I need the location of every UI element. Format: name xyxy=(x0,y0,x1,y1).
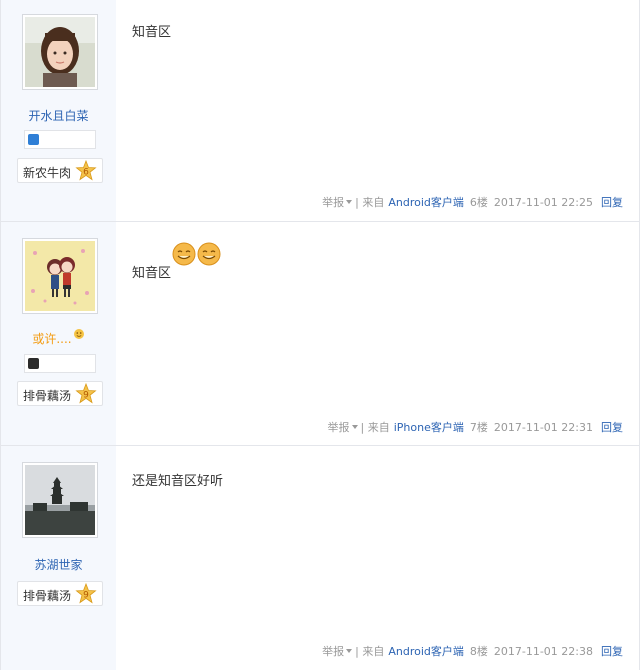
report-link[interactable]: 举报 xyxy=(322,194,344,210)
report-link[interactable]: 举报 xyxy=(328,419,350,435)
level-number: 9 xyxy=(83,391,89,401)
post-floor-6: 开水且白菜 新农牛肉 6 知音区 举报 | 来自 Android客户端 6楼 2… xyxy=(1,0,639,222)
source-prefix: | 来自 xyxy=(355,645,385,658)
report-link[interactable]: 举报 xyxy=(322,643,344,659)
smiley-emoji-icon xyxy=(197,242,221,266)
author-sidebar: 开水且白菜 新农牛肉 6 xyxy=(1,0,116,221)
avatar-image xyxy=(25,465,95,535)
post-footer: 举报 | 来自 iPhone客户端 7楼 2017-11-01 22:31 回复 xyxy=(328,419,623,435)
smiley-emoji-icon xyxy=(172,242,196,266)
post-time: 2017-11-01 22:25 xyxy=(493,195,593,209)
username-text: 或许.... xyxy=(32,332,72,346)
avatar[interactable] xyxy=(22,238,98,314)
post-floor-7: 或许.... 排骨藕汤 9 知音区 举报 | 来自 iPhone客户端 7楼 2… xyxy=(1,222,639,446)
avatar[interactable] xyxy=(22,462,98,538)
level-badge[interactable]: 新农牛肉 6 xyxy=(17,158,103,183)
reply-button[interactable]: 回复 xyxy=(601,419,623,435)
avatar-image xyxy=(25,17,95,87)
badge-slot[interactable] xyxy=(24,130,96,149)
source-prefix: | 来自 xyxy=(360,421,390,434)
level-badge[interactable]: 排骨藕汤 9 xyxy=(17,581,103,606)
post-content: 知音区 举报 | 来自 Android客户端 6楼 2017-11-01 22:… xyxy=(116,0,639,221)
post-text: 知音区 xyxy=(132,242,221,281)
post-floor-8: 苏湖世家 排骨藕汤 9 还是知音区好听 举报 | 来自 Android客户端 8… xyxy=(1,446,639,670)
level-star-icon: 9 xyxy=(75,583,97,604)
source-prefix: | 来自 xyxy=(355,196,385,209)
post-time: 2017-11-01 22:31 xyxy=(493,420,593,434)
post-body: 还是知音区好听 xyxy=(132,474,224,489)
emoji-face-icon xyxy=(73,329,84,339)
post-thread: 开水且白菜 新农牛肉 6 知音区 举报 | 来自 Android客户端 6楼 2… xyxy=(0,0,640,670)
author-sidebar: 苏湖世家 排骨藕汤 9 xyxy=(1,446,116,670)
level-number: 6 xyxy=(83,168,89,178)
floor-number: 8楼 xyxy=(469,645,488,658)
username-link[interactable]: 开水且白菜 xyxy=(1,107,116,124)
username-link[interactable]: 苏湖世家 xyxy=(1,556,116,573)
caret-down-icon[interactable] xyxy=(346,649,353,653)
level-number: 9 xyxy=(83,591,89,601)
level-badge[interactable]: 排骨藕汤 9 xyxy=(17,381,103,406)
badge-icon xyxy=(28,358,39,369)
client-link[interactable]: Android客户端 xyxy=(388,643,464,659)
badge-slot[interactable] xyxy=(24,354,96,373)
reply-button[interactable]: 回复 xyxy=(601,194,623,210)
author-sidebar: 或许.... 排骨藕汤 9 xyxy=(1,222,116,445)
level-star-icon: 9 xyxy=(75,383,97,404)
client-link[interactable]: iPhone客户端 xyxy=(394,419,464,435)
level-name: 排骨藕汤 xyxy=(23,589,72,603)
post-text: 还是知音区好听 xyxy=(132,470,223,489)
username-link[interactable]: 或许.... xyxy=(1,329,116,347)
caret-down-icon[interactable] xyxy=(351,425,358,429)
post-body: 知音区 xyxy=(132,25,172,40)
client-link[interactable]: Android客户端 xyxy=(388,194,464,210)
level-name: 新农牛肉 xyxy=(23,166,72,180)
post-content: 还是知音区好听 举报 | 来自 Android客户端 8楼 2017-11-01… xyxy=(116,446,639,670)
post-footer: 举报 | 来自 Android客户端 8楼 2017-11-01 22:38 回… xyxy=(322,643,623,659)
level-star-icon: 6 xyxy=(75,160,97,181)
level-name: 排骨藕汤 xyxy=(23,389,72,403)
post-content: 知音区 举报 | 来自 iPhone客户端 7楼 2017-11-01 22:3… xyxy=(116,222,639,445)
badge-icon xyxy=(28,134,39,145)
post-time: 2017-11-01 22:38 xyxy=(493,644,593,658)
reply-button[interactable]: 回复 xyxy=(601,643,623,659)
caret-down-icon[interactable] xyxy=(346,200,353,204)
floor-number: 7楼 xyxy=(469,421,488,434)
post-text: 知音区 xyxy=(132,21,171,40)
post-body: 知音区 xyxy=(132,266,172,281)
avatar[interactable] xyxy=(22,14,98,90)
post-footer: 举报 | 来自 Android客户端 6楼 2017-11-01 22:25 回… xyxy=(322,194,623,210)
floor-number: 6楼 xyxy=(469,196,488,209)
avatar-image xyxy=(25,241,95,311)
